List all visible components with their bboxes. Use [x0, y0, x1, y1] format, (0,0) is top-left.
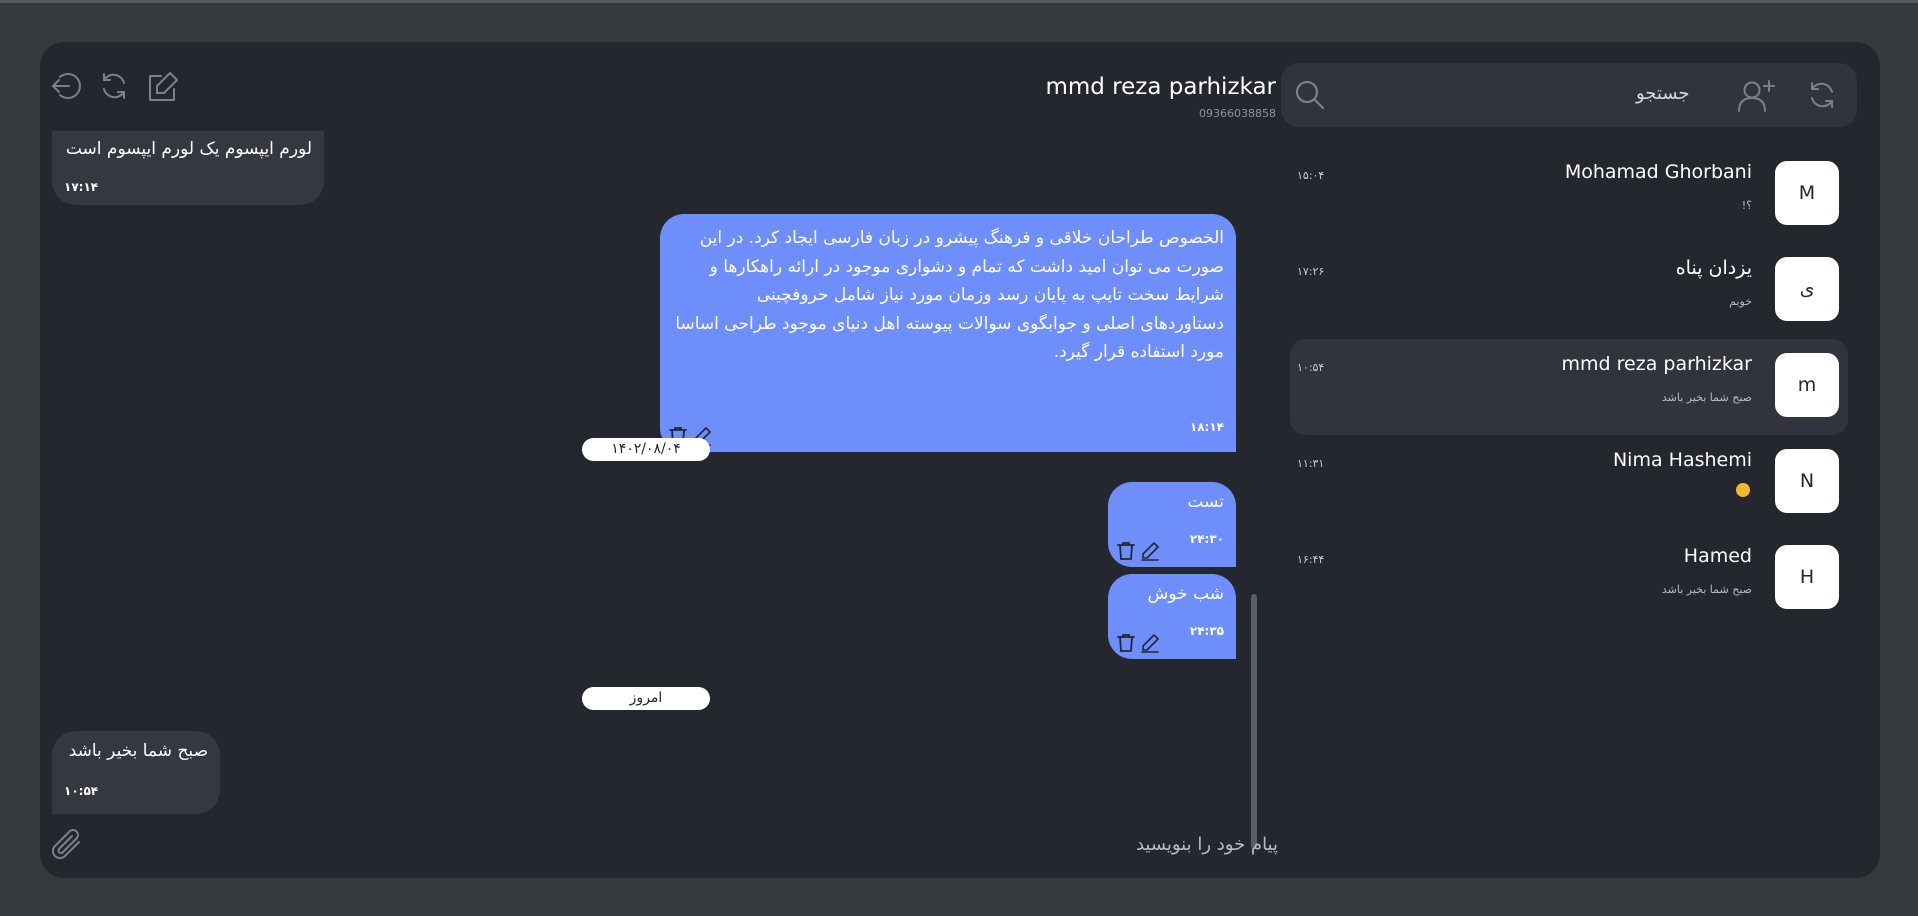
- contact-name: Hamed: [1683, 545, 1752, 567]
- search-bar: جستجو: [1281, 63, 1857, 127]
- avatar: M: [1775, 161, 1839, 225]
- avatar: m: [1775, 353, 1839, 417]
- edit-message-icon[interactable]: [1140, 541, 1160, 561]
- chat-phone: 09366038858: [1199, 107, 1276, 120]
- search-input[interactable]: جستجو: [1636, 83, 1690, 104]
- message-time: ۱۷:۱۴: [64, 180, 99, 194]
- contact-time: ۱۰:۵۴: [1297, 361, 1325, 374]
- contact-name: Mohamad Ghorbani: [1564, 161, 1752, 183]
- smile-emoji-icon: 😊: [1736, 483, 1750, 497]
- chat-app: جستجو M Mohamad Ghorbani ؟! ۱۵:۰۴ ی یزدا…: [40, 42, 1880, 878]
- contact-name: یزدان پناه: [1675, 257, 1752, 279]
- message-time: ۱۰:۵۴: [64, 784, 99, 798]
- contact-item[interactable]: N Nima Hashemi 😊 ۱۱:۳۱: [1290, 435, 1848, 531]
- message-input[interactable]: [120, 824, 1286, 864]
- messages-scrollbar[interactable]: [1251, 594, 1257, 849]
- message-time: ۱۸:۱۴: [1189, 420, 1224, 434]
- contact-last-message: صبح شما بخیر باشد: [1661, 391, 1752, 404]
- contact-name: mmd reza parhizkar: [1561, 353, 1752, 375]
- refresh-chat-icon[interactable]: [98, 70, 130, 102]
- message-text: تست: [1187, 492, 1224, 512]
- attachment-icon[interactable]: [50, 828, 84, 862]
- contact-item-active[interactable]: m mmd reza parhizkar صبح شما بخیر باشد ۱…: [1290, 339, 1848, 435]
- edit-message-icon[interactable]: [1140, 633, 1160, 653]
- avatar: ی: [1775, 257, 1839, 321]
- message-text: لورم ایپسوم یک لورم ایپسوم است: [65, 139, 312, 159]
- avatar: H: [1775, 545, 1839, 609]
- message-text: صبح شما بخیر باشد: [68, 741, 208, 761]
- sent-message: تست ۲۴:۳۰: [1108, 482, 1236, 567]
- date-separator: ۱۴۰۲/۰۸/۰۴: [582, 438, 710, 461]
- contact-item[interactable]: H Hamed صبح شما بخیر باشد ۱۶:۴۴: [1290, 531, 1848, 627]
- chat-title: mmd reza parhizkar: [1045, 74, 1276, 100]
- contact-last-message: ؟!: [1741, 199, 1752, 212]
- delete-icon[interactable]: [1116, 541, 1136, 561]
- add-user-icon[interactable]: [1737, 79, 1775, 112]
- received-message: لورم ایپسوم یک لورم ایپسوم است ۱۷:۱۴: [52, 131, 324, 205]
- window-top-border: [0, 0, 1918, 3]
- avatar: N: [1775, 449, 1839, 513]
- edit-icon[interactable]: [146, 70, 178, 102]
- refresh-icon[interactable]: [1806, 79, 1838, 111]
- contact-last-message: خوبم: [1729, 295, 1752, 308]
- contact-last-message: صبح شما بخیر باشد: [1661, 583, 1752, 596]
- contact-time: ۱۷:۲۶: [1297, 265, 1325, 278]
- delete-icon[interactable]: [1116, 633, 1136, 653]
- contact-time: ۱۵:۰۴: [1297, 169, 1325, 182]
- sent-message: شب خوش ۲۴:۳۵: [1108, 574, 1236, 659]
- contact-time: ۱۶:۴۴: [1297, 553, 1325, 566]
- message-text: شب خوش: [1147, 584, 1224, 604]
- message-time: ۲۴:۳۰: [1189, 532, 1224, 546]
- message-time: ۲۴:۳۵: [1189, 624, 1224, 638]
- received-message: صبح شما بخیر باشد ۱۰:۵۴: [52, 731, 220, 814]
- contact-item[interactable]: M Mohamad Ghorbani ؟! ۱۵:۰۴: [1290, 147, 1848, 243]
- search-icon[interactable]: [1294, 79, 1326, 111]
- contact-name: Nima Hashemi: [1612, 449, 1752, 471]
- contact-time: ۱۱:۳۱: [1297, 457, 1325, 470]
- logout-icon[interactable]: [50, 70, 82, 102]
- sent-message: الخصوص طراحان خلاقی و فرهنگ پیشرو در زبا…: [660, 214, 1236, 452]
- contact-item[interactable]: ی یزدان پناه خوبم ۱۷:۲۶: [1290, 243, 1848, 339]
- message-text: الخصوص طراحان خلاقی و فرهنگ پیشرو در زبا…: [675, 228, 1224, 362]
- date-separator: امروز: [582, 687, 710, 710]
